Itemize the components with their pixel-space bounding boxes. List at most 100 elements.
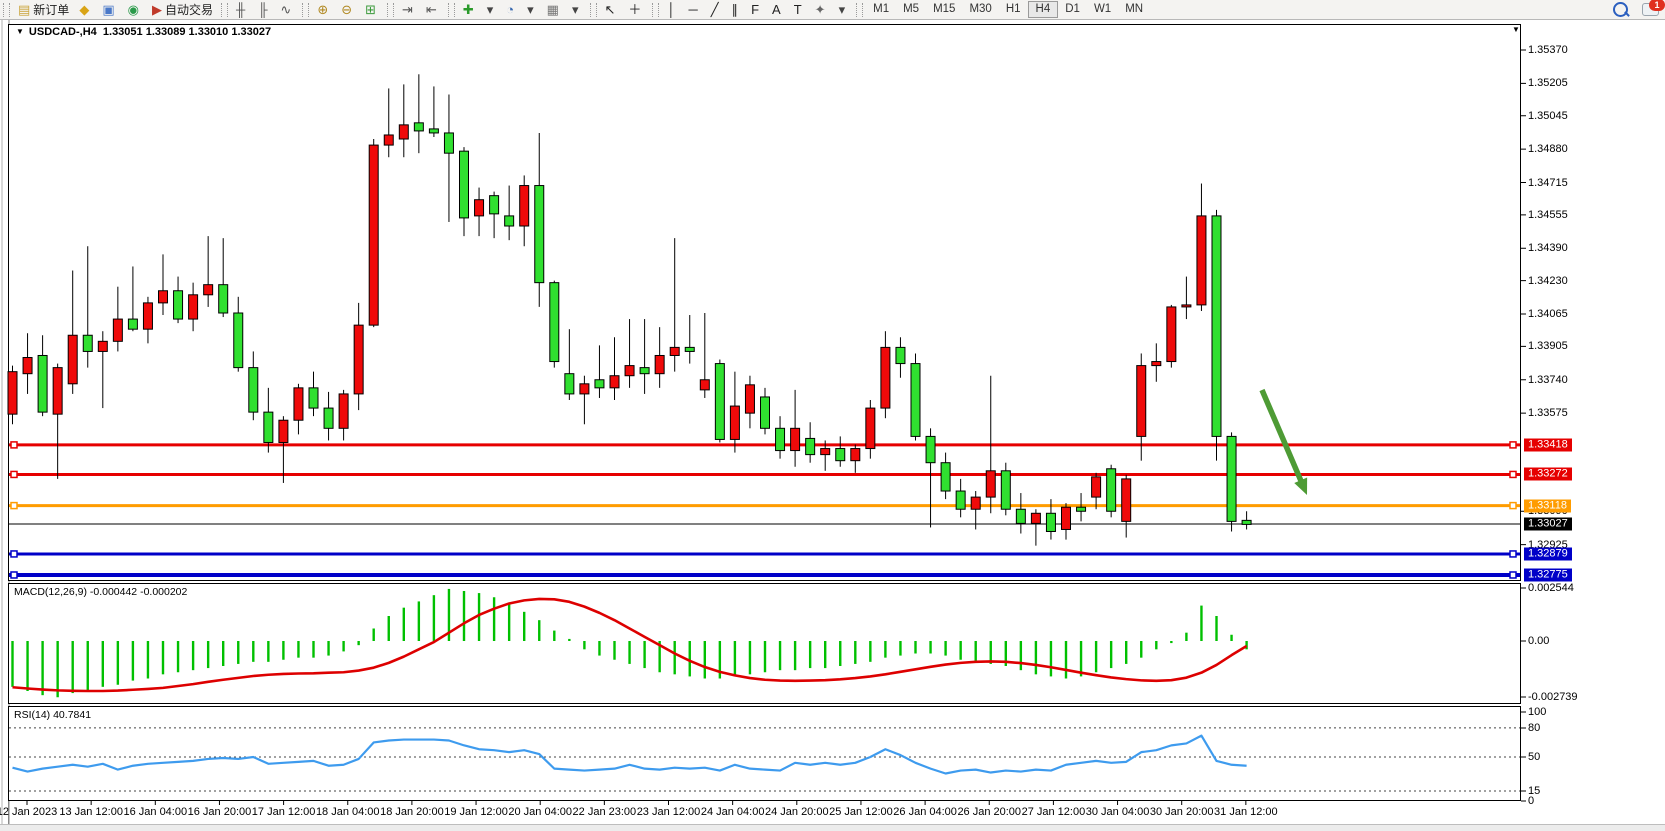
candle-body bbox=[143, 303, 152, 329]
candle-body bbox=[655, 355, 664, 373]
line-handle[interactable] bbox=[1510, 572, 1516, 578]
candle-body bbox=[550, 283, 559, 362]
candle-body bbox=[294, 388, 303, 420]
line-handle[interactable] bbox=[11, 442, 17, 448]
candle-body bbox=[128, 319, 137, 329]
price-tick-label: 1.33575 bbox=[1528, 407, 1568, 419]
candle-body bbox=[941, 463, 950, 491]
price-level-badge: 1.32879 bbox=[1524, 547, 1572, 560]
candle-body bbox=[1016, 509, 1025, 523]
price-tick-label: 1.34715 bbox=[1528, 177, 1568, 189]
rsi-tick-label: 0 bbox=[1528, 795, 1534, 807]
candle-body bbox=[339, 394, 348, 428]
price-tick-label: 1.34880 bbox=[1528, 143, 1568, 155]
candle-body bbox=[23, 358, 32, 374]
price-tick-label: 1.33905 bbox=[1528, 340, 1568, 352]
candle-body bbox=[475, 200, 484, 216]
line-handle[interactable] bbox=[1510, 471, 1516, 477]
rsi-tick-label: 50 bbox=[1528, 751, 1540, 763]
candle-body bbox=[354, 325, 363, 394]
time-axis-label: 13 Jan 12:00 bbox=[59, 806, 123, 818]
candle-body bbox=[189, 295, 198, 319]
macd-tick-label: 0.002544 bbox=[1528, 582, 1574, 594]
candle-body bbox=[1092, 477, 1101, 497]
candle-body bbox=[700, 380, 709, 390]
candle-body bbox=[911, 364, 920, 437]
line-handle[interactable] bbox=[1510, 442, 1516, 448]
line-handle[interactable] bbox=[11, 503, 17, 509]
candle-body bbox=[444, 133, 453, 153]
candle-body bbox=[520, 186, 529, 226]
candle-body bbox=[490, 196, 499, 214]
candle-body bbox=[956, 491, 965, 509]
candle-body bbox=[38, 355, 47, 412]
candle-body bbox=[1242, 520, 1251, 524]
time-axis-label: 30 Jan 20:00 bbox=[1150, 806, 1214, 818]
candle-body bbox=[1046, 513, 1055, 531]
candle-body bbox=[595, 380, 604, 388]
time-axis-label: 20 Jan 04:00 bbox=[508, 806, 572, 818]
candle-body bbox=[851, 449, 860, 461]
chart-canvas[interactable] bbox=[0, 0, 1665, 831]
time-axis-label: 22 Jan 23:00 bbox=[573, 806, 637, 818]
candle-body bbox=[730, 406, 739, 439]
candle-body bbox=[1001, 471, 1010, 509]
candle-body bbox=[369, 145, 378, 325]
price-tick-label: 1.34230 bbox=[1528, 275, 1568, 287]
candle-body bbox=[384, 135, 393, 145]
candle-body bbox=[1197, 216, 1206, 305]
candle-body bbox=[896, 347, 905, 363]
candle-body bbox=[1122, 479, 1131, 521]
line-handle[interactable] bbox=[11, 471, 17, 477]
line-handle[interactable] bbox=[1510, 551, 1516, 557]
candle-body bbox=[113, 319, 122, 341]
candle-body bbox=[279, 420, 288, 442]
line-handle[interactable] bbox=[1510, 503, 1516, 509]
candle-body bbox=[1077, 507, 1086, 511]
candle-body bbox=[399, 125, 408, 139]
candle-body bbox=[776, 428, 785, 450]
time-axis-label: 12 Jan 2023 bbox=[0, 806, 57, 818]
candle-body bbox=[565, 374, 574, 394]
time-axis-label: 30 Jan 04:00 bbox=[1086, 806, 1150, 818]
candle-body bbox=[1062, 507, 1071, 529]
price-tick-label: 1.34390 bbox=[1528, 242, 1568, 254]
candle-body bbox=[83, 335, 92, 351]
time-axis-label: 26 Jan 04:00 bbox=[893, 806, 957, 818]
time-axis-label: 25 Jan 12:00 bbox=[829, 806, 893, 818]
candle-body bbox=[866, 408, 875, 448]
candle-body bbox=[986, 471, 995, 497]
price-level-badge: 1.32775 bbox=[1524, 568, 1572, 581]
candle-body bbox=[1137, 366, 1146, 437]
chart-title[interactable]: ▼USDCAD-,H4 1.33051 1.33089 1.33010 1.33… bbox=[16, 26, 271, 38]
time-axis-label: 23 Jan 12:00 bbox=[637, 806, 701, 818]
axis-scroll-marker[interactable]: ▼ bbox=[1512, 25, 1520, 34]
candle-body bbox=[159, 291, 168, 303]
line-handle[interactable] bbox=[11, 572, 17, 578]
candle-body bbox=[625, 366, 634, 376]
candle-body bbox=[219, 285, 228, 313]
candle-body bbox=[535, 186, 544, 283]
rsi-tick-label: 80 bbox=[1528, 722, 1540, 734]
candle-body bbox=[640, 368, 649, 374]
candle-body bbox=[685, 347, 694, 351]
collapse-icon[interactable]: ▼ bbox=[16, 27, 24, 36]
candle-body bbox=[926, 436, 935, 462]
candle-body bbox=[174, 291, 183, 319]
symbol-period-label: USDCAD-,H4 bbox=[29, 26, 97, 38]
time-axis-label: 18 Jan 20:00 bbox=[380, 806, 444, 818]
line-handle[interactable] bbox=[11, 551, 17, 557]
candle-body bbox=[715, 364, 724, 440]
trend-arrow-annotation[interactable] bbox=[1262, 390, 1302, 484]
time-axis-label: 17 Jan 12:00 bbox=[252, 806, 316, 818]
candle-body bbox=[1182, 305, 1191, 307]
candle-body bbox=[8, 372, 17, 414]
time-axis-label: 16 Jan 20:00 bbox=[188, 806, 252, 818]
macd-tick-label: 0.00 bbox=[1528, 635, 1549, 647]
candle-body bbox=[610, 376, 619, 388]
candle-body bbox=[68, 335, 77, 384]
time-axis-label: 24 Jan 04:00 bbox=[701, 806, 765, 818]
candle-body bbox=[234, 313, 243, 368]
candle-body bbox=[971, 497, 980, 509]
rsi-line bbox=[13, 736, 1247, 774]
